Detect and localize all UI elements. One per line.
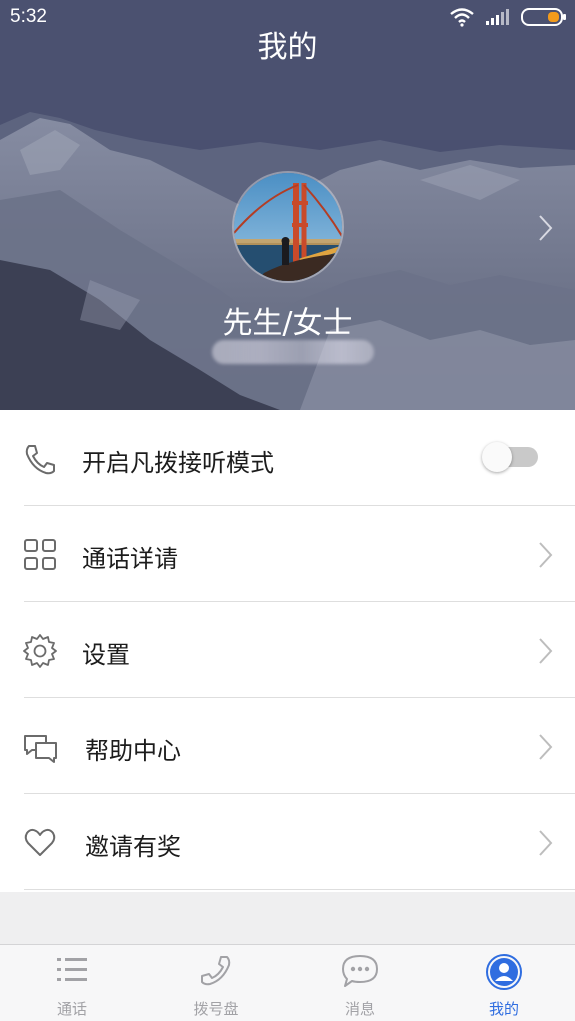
- answer-mode-toggle[interactable]: [482, 442, 540, 472]
- profile-chevron-icon[interactable]: [538, 214, 554, 242]
- message-icon: [342, 955, 378, 987]
- menu-item-label: 开启凡拨接听模式: [82, 449, 274, 477]
- chat-bubbles-icon: [24, 735, 57, 763]
- settings-menu: 开启凡拨接听模式 通话详请 设置 帮助中心 邀请有奖: [0, 410, 575, 892]
- grid-icon: [24, 539, 56, 570]
- user-icon: [486, 954, 522, 990]
- masked-phone-number: [212, 340, 374, 364]
- tab-calls[interactable]: 通话: [0, 945, 144, 1021]
- list-icon: [57, 958, 87, 981]
- menu-item-answer-mode[interactable]: 开启凡拨接听模式: [0, 410, 575, 506]
- menu-item-label: 设置: [82, 641, 130, 669]
- phone-icon: [25, 445, 55, 475]
- chevron-right-icon: [539, 638, 553, 664]
- menu-item-settings[interactable]: 设置: [0, 602, 575, 698]
- avatar-image: [234, 173, 342, 281]
- heart-icon: [24, 828, 56, 856]
- bottom-tab-bar: 通话 拨号盘 消息 我的: [0, 944, 575, 1021]
- menu-item-call-details[interactable]: 通话详请: [0, 506, 575, 602]
- page-title: 我的: [257, 30, 318, 65]
- menu-item-invite-rewards[interactable]: 邀请有奖: [0, 794, 575, 890]
- user-name: 先生/女士: [222, 306, 353, 341]
- menu-item-label: 通话详请: [82, 545, 178, 573]
- tab-messages[interactable]: 消息: [288, 945, 432, 1021]
- tab-mine[interactable]: 我的: [432, 945, 575, 1021]
- avatar[interactable]: [232, 171, 344, 283]
- chevron-right-icon: [539, 734, 553, 760]
- gear-icon: [23, 634, 57, 668]
- tab-label: 消息: [344, 1000, 375, 1018]
- chevron-right-icon: [539, 830, 553, 856]
- menu-item-label: 帮助中心: [85, 737, 181, 765]
- phone-icon: [201, 956, 231, 986]
- profile-header: 5:32 我的 先生/女士: [0, 0, 575, 410]
- tab-dialpad[interactable]: 拨号盘: [144, 945, 288, 1021]
- tab-label: 拨号盘: [193, 1000, 239, 1018]
- chevron-right-icon: [539, 542, 553, 568]
- menu-item-help-center[interactable]: 帮助中心: [0, 698, 575, 794]
- tab-label: 我的: [488, 1000, 519, 1018]
- menu-item-label: 邀请有奖: [85, 833, 181, 861]
- tab-label: 通话: [56, 1000, 87, 1018]
